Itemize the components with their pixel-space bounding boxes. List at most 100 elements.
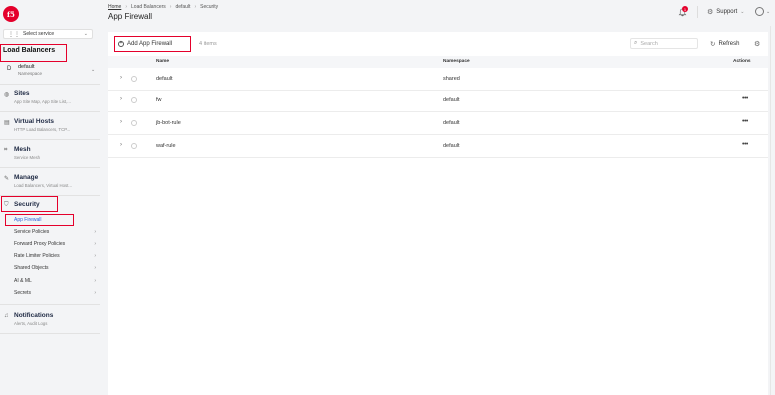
- breadcrumb-load-balancers[interactable]: Load Balancers: [131, 4, 166, 10]
- sidebar-divider: [0, 84, 100, 85]
- sidebar-subitem-label: Secrets: [14, 290, 31, 296]
- chevron-right-icon: ›: [94, 265, 96, 271]
- logo-text: f5: [7, 9, 15, 19]
- sidebar-item-mesh[interactable]: Mesh: [14, 146, 31, 153]
- search-placeholder: Search: [640, 40, 658, 47]
- refresh-icon: ↻: [710, 41, 716, 48]
- row-namespace: default: [443, 120, 460, 126]
- sidebar-item-virtual-hosts-subtitle: HTTP Load Balancers, TCP...: [14, 127, 71, 132]
- namespace-initial: D: [7, 66, 12, 72]
- row-name[interactable]: waf-rule: [156, 143, 176, 149]
- bell-icon: ♫: [4, 313, 9, 319]
- row-select-radio[interactable]: [131, 120, 137, 126]
- sidebar-subitem-label: Service Policies: [14, 229, 50, 235]
- sidebar-item-security[interactable]: Security: [14, 201, 40, 208]
- search-input[interactable]: ⌕ Search: [630, 38, 698, 49]
- breadcrumb-home[interactable]: Home: [108, 4, 121, 10]
- f5-logo[interactable]: f5: [3, 6, 19, 22]
- table-row[interactable]: [108, 68, 768, 91]
- notification-count-badge: 1: [682, 6, 688, 12]
- sidebar-subitem-secrets[interactable]: Secrets ›: [14, 290, 96, 296]
- sidebar-item-sites-subtitle: App Site Map, App Site List,...: [14, 99, 71, 104]
- page-title: App Firewall: [108, 12, 153, 21]
- sidebar-subitem-rate-limiter-policies[interactable]: Rate Limiter Policies ›: [14, 253, 96, 259]
- expand-chevron-icon[interactable]: ›: [120, 142, 122, 148]
- sidebar-divider: [0, 139, 100, 140]
- chevron-right-icon: ›: [94, 290, 96, 296]
- add-button-label: Add App Firewall: [127, 40, 173, 47]
- namespace-selector[interactable]: D default Namespace ⌄: [3, 62, 99, 80]
- gear-icon[interactable]: ⚙: [754, 40, 760, 48]
- column-header-namespace[interactable]: Namespace: [443, 59, 470, 64]
- sidebar-subitem-label: Shared Objects: [14, 265, 49, 271]
- chevron-right-icon: ›: [125, 4, 128, 10]
- more-actions-icon[interactable]: •••: [742, 118, 748, 125]
- row-name[interactable]: default: [156, 76, 173, 82]
- plus-icon: +: [118, 40, 124, 47]
- scrollbar-track[interactable]: [770, 26, 771, 395]
- expand-chevron-icon[interactable]: ›: [120, 96, 122, 102]
- row-select-radio[interactable]: [131, 76, 137, 82]
- row-name[interactable]: jb-bot-rule: [156, 120, 181, 126]
- column-header-actions: Actions: [733, 59, 751, 64]
- service-select-label: Select service: [23, 31, 55, 37]
- table-row[interactable]: [108, 89, 768, 112]
- support-menu[interactable]: ⚙ Support ⌄: [707, 8, 745, 16]
- manage-icon: ✎: [4, 176, 10, 182]
- gear-icon: ⚙: [707, 9, 714, 16]
- sidebar-subitem-shared-objects[interactable]: Shared Objects ›: [14, 265, 96, 271]
- breadcrumb-namespace[interactable]: default: [175, 4, 190, 10]
- sidebar-subitem-forward-proxy-policies[interactable]: Forward Proxy Policies ›: [14, 241, 96, 247]
- search-icon: ⌕: [634, 40, 638, 46]
- sidebar-item-notifications[interactable]: Notifications: [14, 312, 53, 319]
- chevron-right-icon: ›: [94, 229, 96, 235]
- breadcrumb: Home › Load Balancers › default › Securi…: [108, 4, 218, 10]
- column-header-name[interactable]: Name: [156, 59, 169, 64]
- expand-chevron-icon[interactable]: ›: [120, 119, 122, 125]
- sidebar-subitem-label: Rate Limiter Policies: [14, 253, 60, 259]
- sidebar-item-virtual-hosts[interactable]: Virtual Hosts: [14, 118, 54, 125]
- service-select[interactable]: ⋮⋮ Select service ⌄: [3, 29, 93, 39]
- chevron-right-icon: ›: [194, 4, 197, 10]
- sidebar-subitem-service-policies[interactable]: Service Policies ›: [14, 229, 96, 235]
- namespace-name: default: [18, 64, 35, 70]
- sidebar-divider: [0, 111, 100, 112]
- table-header: [108, 56, 768, 68]
- chevron-right-icon: ›: [94, 278, 96, 284]
- table-row[interactable]: [108, 112, 768, 135]
- row-name[interactable]: fw: [156, 97, 162, 103]
- user-avatar-icon[interactable]: [755, 7, 764, 16]
- more-actions-icon[interactable]: •••: [742, 95, 748, 102]
- sidebar-subitem-ai-ml[interactable]: AI & ML ›: [14, 278, 96, 284]
- chevron-down-icon[interactable]: ⌄: [766, 9, 770, 15]
- chevron-down-icon: ⌄: [740, 9, 745, 15]
- shield-icon: ⛉: [4, 202, 9, 208]
- workspace-title: Load Balancers: [3, 47, 56, 54]
- sidebar-divider: [0, 167, 100, 168]
- row-select-radio[interactable]: [131, 143, 137, 149]
- chevron-down-icon: ⌄: [83, 31, 88, 37]
- support-label: Support: [716, 9, 738, 15]
- sidebar-item-manage[interactable]: Manage: [14, 174, 38, 181]
- row-namespace: default: [443, 143, 460, 149]
- sidebar-divider: [0, 333, 100, 334]
- table-row[interactable]: [108, 135, 768, 158]
- sidebar-divider: [0, 304, 100, 305]
- header-divider: [697, 6, 698, 18]
- sidebar-subitem-app-firewall[interactable]: App Firewall: [14, 217, 96, 223]
- chevron-right-icon: ›: [94, 241, 96, 247]
- sites-icon: ◍: [4, 92, 10, 98]
- row-select-radio[interactable]: [131, 97, 137, 103]
- namespace-label: Namespace: [18, 71, 43, 76]
- sidebar-item-mesh-subtitle: Service Mesh: [14, 155, 41, 160]
- refresh-button[interactable]: ↻ Refresh: [710, 40, 739, 48]
- item-count: 4 items: [199, 41, 217, 47]
- expand-chevron-icon[interactable]: ›: [120, 75, 122, 81]
- refresh-label: Refresh: [718, 41, 740, 47]
- breadcrumb-security[interactable]: Security: [200, 4, 218, 10]
- more-actions-icon[interactable]: •••: [742, 141, 748, 148]
- sidebar-item-sites[interactable]: Sites: [14, 90, 30, 97]
- sidebar-item-manage-subtitle: Load Balancers, Virtual Host...: [14, 183, 72, 188]
- virtual-hosts-icon: ▤: [4, 120, 10, 126]
- add-app-firewall-button[interactable]: + Add App Firewall: [118, 38, 172, 49]
